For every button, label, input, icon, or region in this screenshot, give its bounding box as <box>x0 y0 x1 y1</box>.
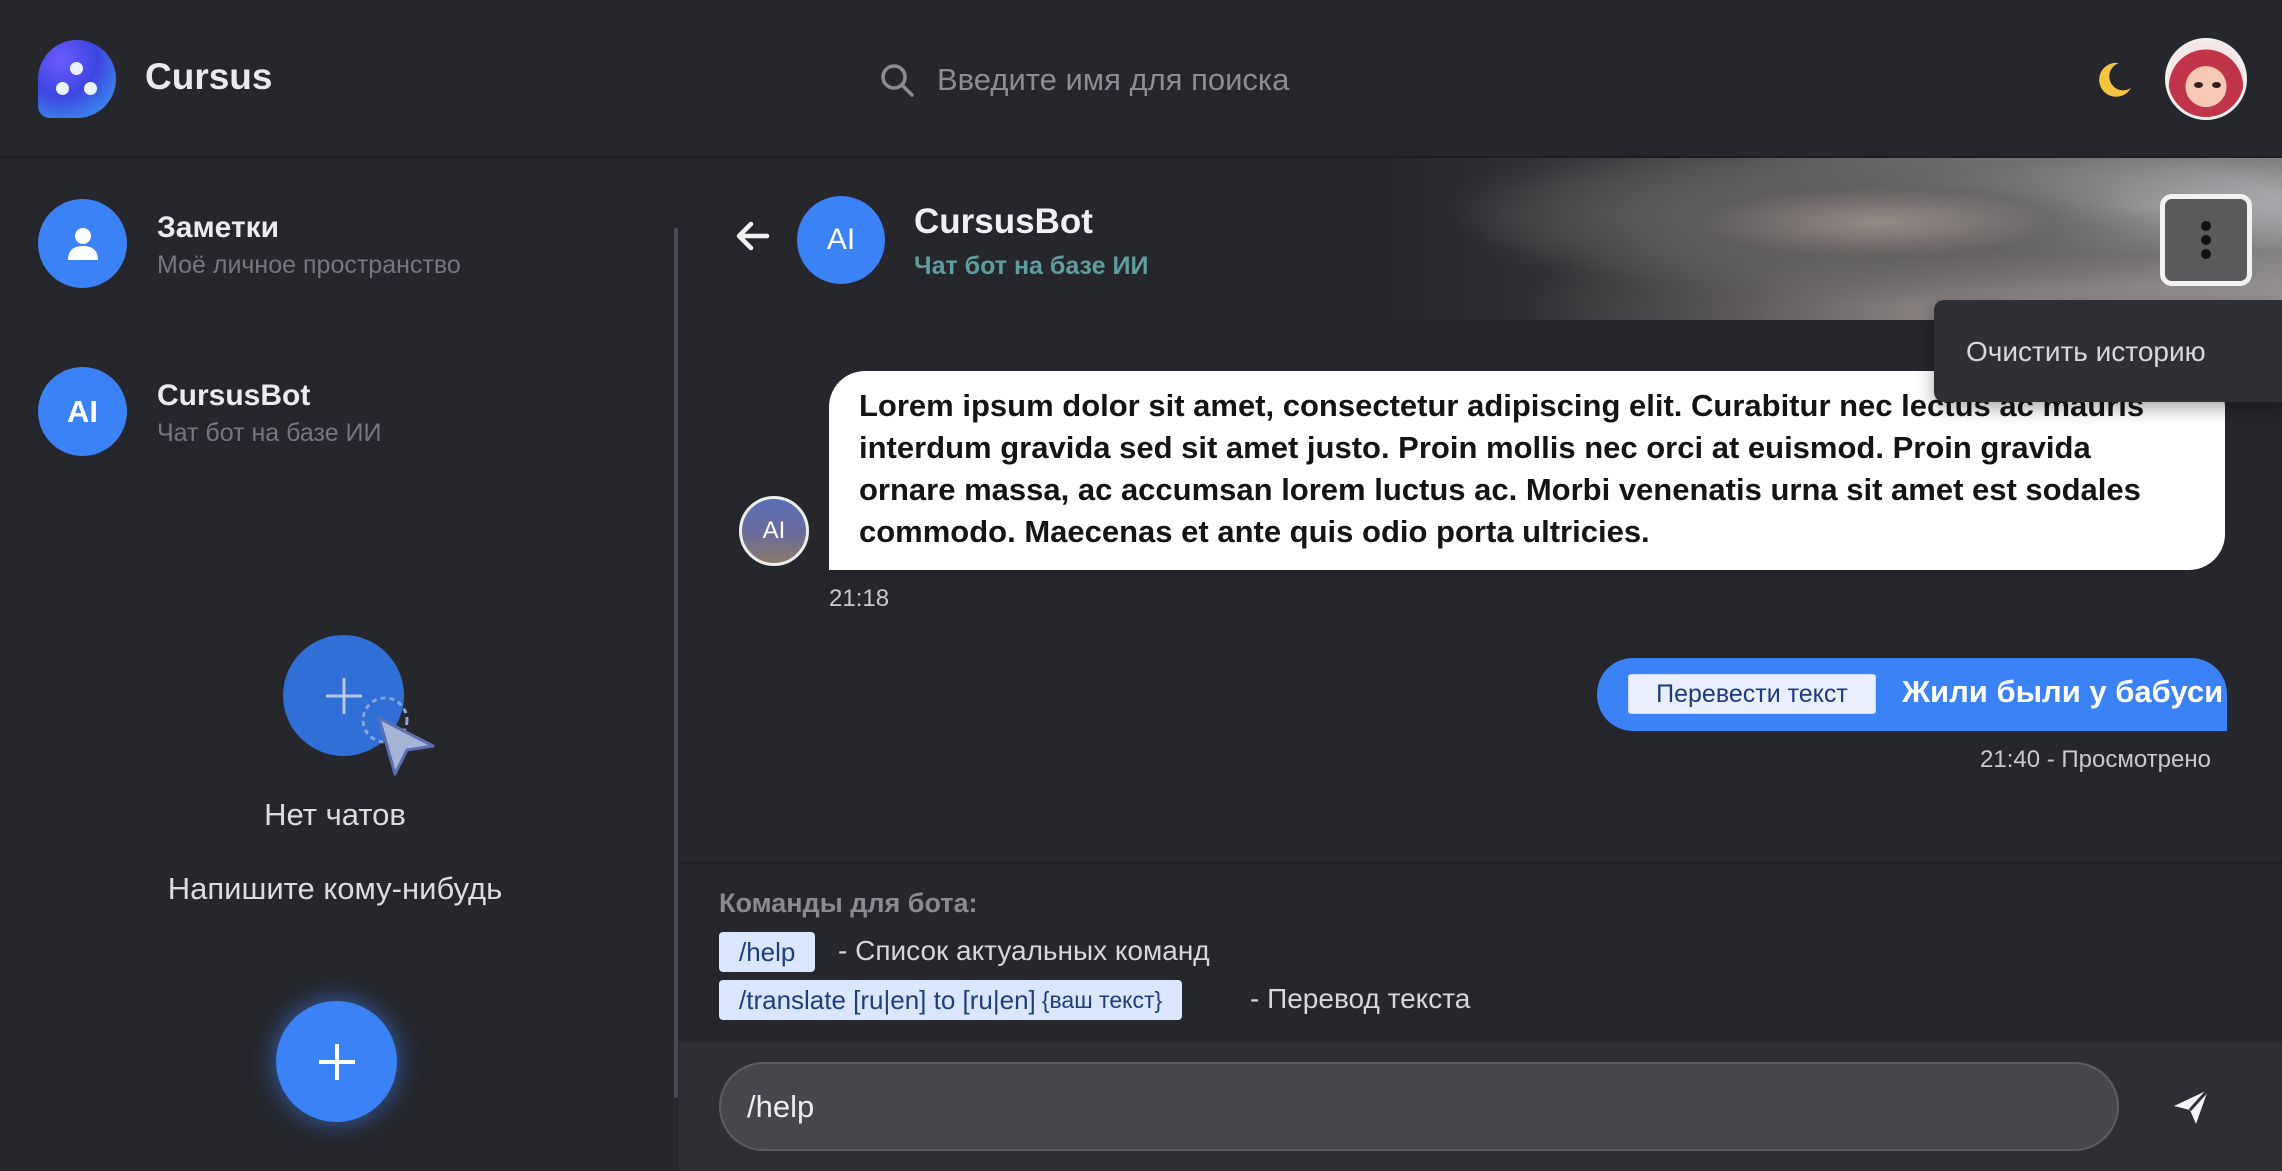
chat-menu-button[interactable] <box>2160 194 2252 286</box>
bot-avatar: AI <box>797 196 885 284</box>
new-chat-button[interactable] <box>276 1001 397 1122</box>
message-avatar: AI <box>739 496 809 566</box>
empty-state-subtitle: Напишите кому-нибудь <box>167 871 503 906</box>
notes-avatar <box>38 199 127 288</box>
send-icon[interactable] <box>2170 1086 2212 1128</box>
chat-subtitle: Чат бот на базе ИИ <box>914 252 1149 280</box>
command-arg: {ваш текст} <box>1041 986 1163 1013</box>
chat-header-background <box>1380 158 2282 320</box>
chat-menu-dropdown: Очистить историю <box>1934 300 2282 402</box>
menu-item-clear-history[interactable]: Очистить историю <box>1966 336 2206 368</box>
command-text: /help <box>739 936 796 967</box>
message-status: 21:40 - Просмотрено <box>1980 746 2211 773</box>
message-input[interactable] <box>719 1062 2119 1151</box>
arrow-left-icon[interactable] <box>733 216 773 256</box>
sidebar-item-name: Заметки <box>157 211 280 244</box>
app-logo[interactable] <box>38 40 116 118</box>
outgoing-message: Перевести текст Жили были у бабуси <box>1597 658 2227 731</box>
plus-icon <box>318 1043 355 1080</box>
cursor-icon <box>361 696 435 776</box>
message-time: 21:18 <box>829 585 890 612</box>
bot-list-avatar: AI <box>38 367 127 456</box>
commands-title: Команды для бота: <box>719 888 978 918</box>
command-description: - Перевод текста <box>1250 983 1471 1014</box>
search-icon <box>881 64 914 97</box>
moon-icon[interactable] <box>2092 58 2136 102</box>
outgoing-message-text: Жили были у бабуси <box>1902 674 2224 709</box>
sidebar-scrollbar[interactable] <box>674 228 678 1098</box>
app-name: Cursus <box>145 56 273 97</box>
search-input[interactable] <box>937 52 1557 108</box>
sidebar-item-name: CursusBot <box>157 379 311 412</box>
command-description: - Список актуальных команд <box>838 935 1210 966</box>
command-chip-help[interactable]: /help <box>719 932 816 972</box>
user-avatar[interactable] <box>2165 38 2247 120</box>
command-chip-translate[interactable]: /translate [ru|en] to [ru|en] {ваш текст… <box>719 980 1183 1020</box>
command-text: /translate [ru|en] to [ru|en] <box>739 984 1036 1015</box>
chat-title: CursusBot <box>914 202 1093 241</box>
sidebar-item-subtitle: Моё личное пространство <box>157 251 461 279</box>
sidebar-item-cursusbot[interactable]: AI CursusBot Чат бот на базе ИИ <box>38 367 658 459</box>
user-icon <box>67 227 98 260</box>
sidebar-item-subtitle: Чат бот на базе ИИ <box>157 419 382 447</box>
command-tag: Перевести текст <box>1628 674 1876 714</box>
app-header: Cursus <box>0 0 2282 158</box>
sidebar-item-notes[interactable]: Заметки Моё личное пространство <box>38 199 658 291</box>
empty-state-title: Нет чатов <box>264 797 406 832</box>
